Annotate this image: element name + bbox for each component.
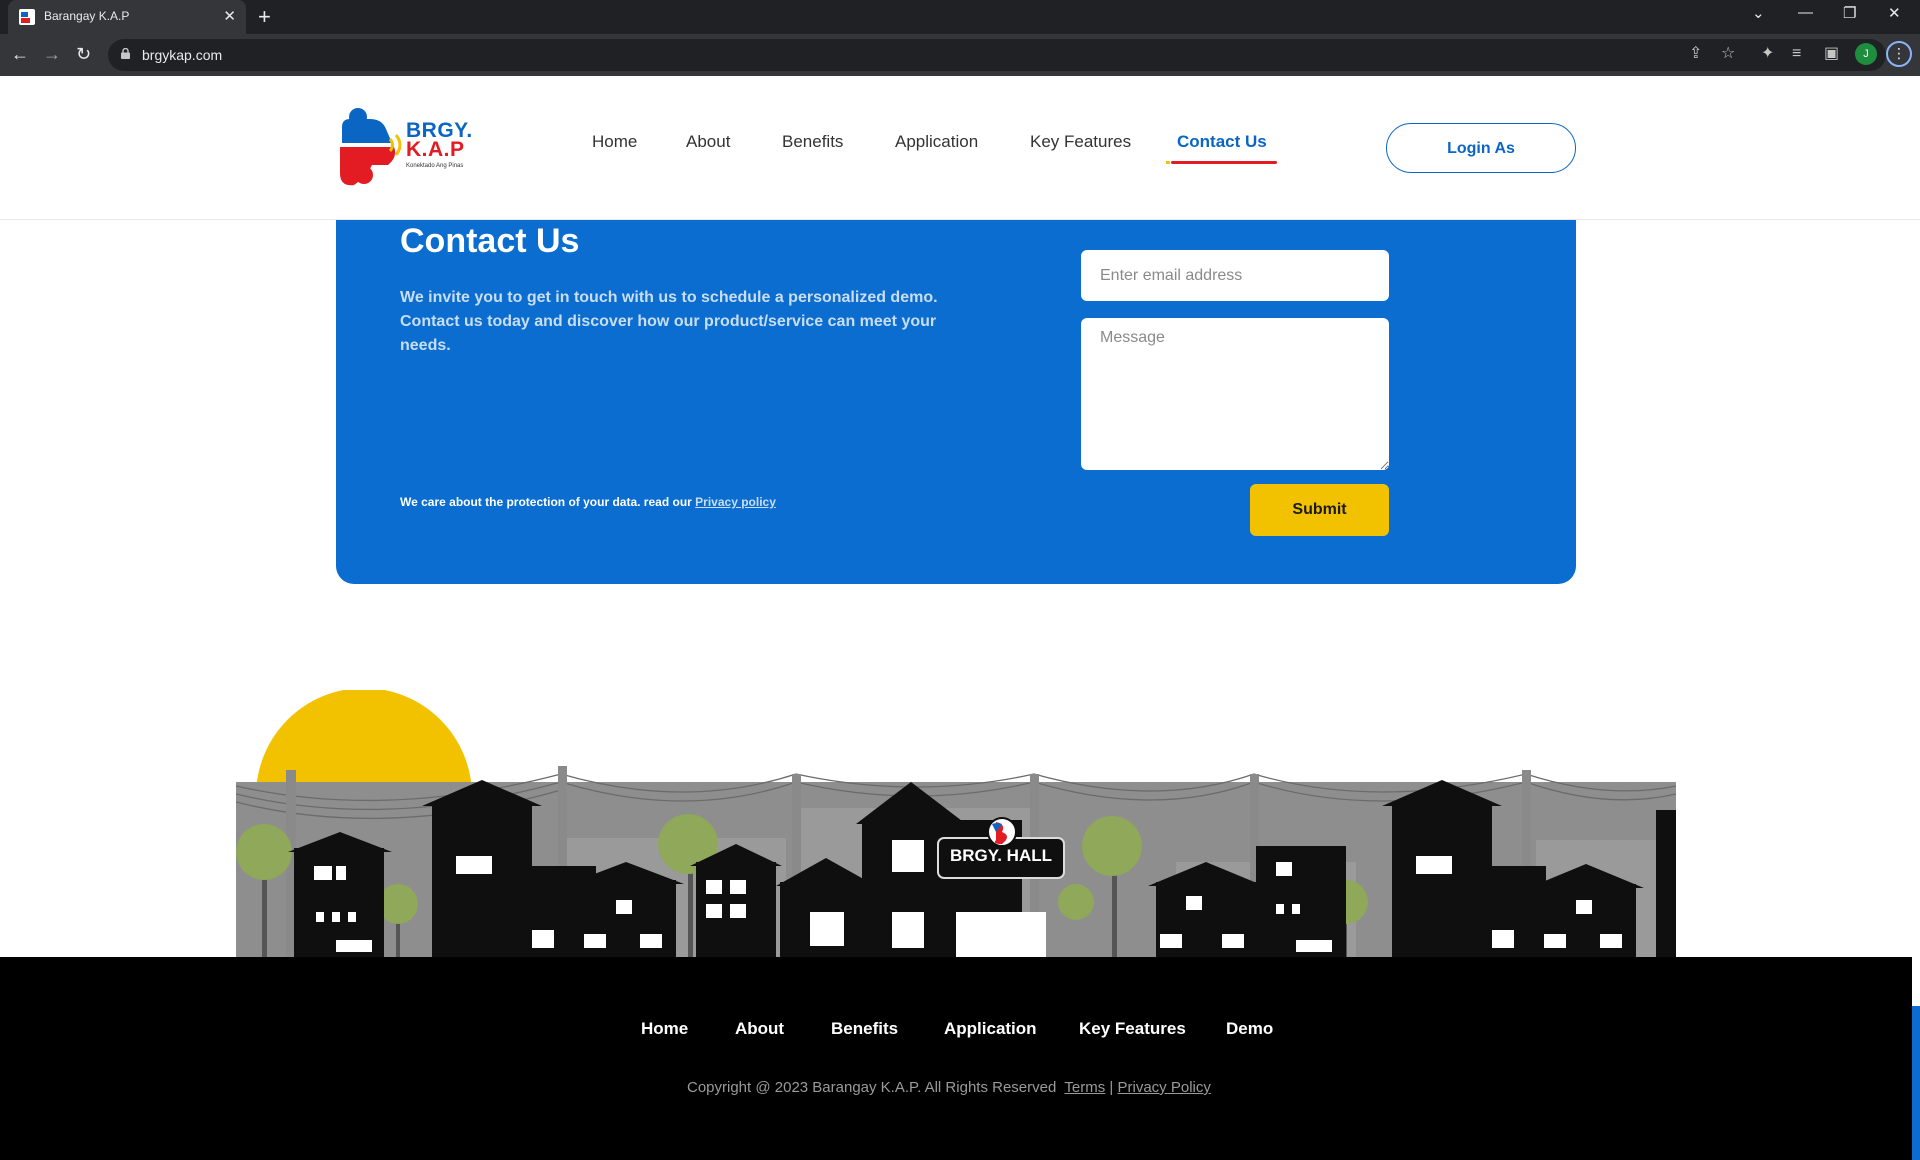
- favicon-icon: [19, 9, 35, 25]
- footer-nav-about[interactable]: About: [735, 1019, 784, 1039]
- contact-section: Contact Us We invite you to get in touch…: [336, 220, 1576, 584]
- message-field[interactable]: [1081, 318, 1389, 470]
- footer-nav-home[interactable]: Home: [641, 1019, 688, 1039]
- contact-title: Contact Us: [400, 222, 580, 260]
- browser-toolbar: ← → ↻ brgykap.com ⇪ ☆ ✦ ≡ ▣ J ⋮: [0, 34, 1920, 76]
- terms-link[interactable]: Terms: [1064, 1079, 1105, 1096]
- restore-icon[interactable]: ❐: [1843, 4, 1856, 22]
- nav-active-dot: [1166, 161, 1170, 164]
- sidepanel-icon[interactable]: ▣: [1824, 45, 1839, 63]
- star-icon[interactable]: ☆: [1721, 45, 1735, 63]
- logo-mark-icon: [340, 108, 402, 186]
- footer-nav-benefits[interactable]: Benefits: [831, 1019, 898, 1039]
- menu-icon[interactable]: ⋮: [1886, 41, 1912, 67]
- site-footer: Home About Benefits Application Key Feat…: [0, 957, 1912, 1160]
- logo-text-kap: K.A.P: [406, 138, 465, 161]
- browser-tab-strip: Barangay K.A.P ✕ + ⌄ — ❐ ✕: [0, 0, 1920, 34]
- copyright-line: Copyright @ 2023 Barangay K.A.P. All Rig…: [687, 1079, 1211, 1096]
- browser-tab[interactable]: Barangay K.A.P ✕: [8, 0, 246, 34]
- privacy-note-text: We care about the protection of your dat…: [400, 495, 692, 509]
- privacy-note: We care about the protection of your dat…: [400, 495, 776, 509]
- url-text: brgykap.com: [142, 47, 223, 63]
- privacy-policy-footer-link[interactable]: Privacy Policy: [1118, 1079, 1211, 1096]
- address-bar[interactable]: brgykap.com: [108, 39, 1886, 71]
- email-field[interactable]: [1081, 250, 1389, 301]
- footer-nav-demo[interactable]: Demo: [1226, 1019, 1273, 1039]
- nav-application[interactable]: Application: [895, 132, 978, 152]
- privacy-policy-link[interactable]: Privacy policy: [695, 495, 776, 509]
- scrollbar-thumb[interactable]: [1912, 1006, 1920, 1160]
- nav-benefits[interactable]: Benefits: [782, 132, 843, 152]
- footer-separator: |: [1109, 1079, 1114, 1096]
- tab-title: Barangay K.A.P: [44, 9, 130, 23]
- lock-icon: [121, 48, 130, 59]
- avatar[interactable]: J: [1855, 43, 1877, 65]
- nav-contact-us[interactable]: Contact Us: [1177, 132, 1267, 152]
- login-as-button[interactable]: Login As: [1386, 123, 1576, 173]
- close-icon[interactable]: ✕: [223, 7, 236, 25]
- nav-key-features[interactable]: Key Features: [1030, 132, 1131, 152]
- reload-icon[interactable]: ↻: [76, 43, 91, 65]
- town-illustration: BRGY. HALL: [235, 688, 1677, 958]
- minimize-icon[interactable]: —: [1798, 4, 1813, 21]
- extensions-icon[interactable]: ✦: [1761, 45, 1774, 63]
- new-tab-icon[interactable]: +: [258, 4, 271, 30]
- logo-tagline: Konektado Ang Pinas: [406, 163, 464, 169]
- copyright-text: Copyright @ 2023 Barangay K.A.P. All Rig…: [687, 1079, 1057, 1096]
- brgy-hall-label: BRGY. HALL: [950, 846, 1052, 865]
- footer-nav-application[interactable]: Application: [944, 1019, 1037, 1039]
- share-icon[interactable]: ⇪: [1689, 45, 1702, 63]
- nav-about[interactable]: About: [686, 132, 730, 152]
- footer-nav-key-features[interactable]: Key Features: [1079, 1019, 1186, 1039]
- forward-icon[interactable]: →: [43, 43, 61, 65]
- contact-description: We invite you to get in touch with us to…: [400, 289, 938, 354]
- brand-logo[interactable]: BRGY. K.A.P Konektado Ang Pinas: [336, 105, 476, 187]
- nav-active-underline: [1171, 161, 1277, 164]
- nav-home[interactable]: Home: [592, 132, 637, 152]
- chevron-down-icon[interactable]: ⌄: [1752, 4, 1765, 22]
- window-close-icon[interactable]: ✕: [1888, 4, 1901, 22]
- submit-button[interactable]: Submit: [1250, 484, 1389, 536]
- back-icon[interactable]: ←: [11, 43, 29, 65]
- site-header: BRGY. K.A.P Konektado Ang Pinas Home Abo…: [0, 76, 1920, 220]
- media-icon[interactable]: ≡: [1792, 45, 1801, 63]
